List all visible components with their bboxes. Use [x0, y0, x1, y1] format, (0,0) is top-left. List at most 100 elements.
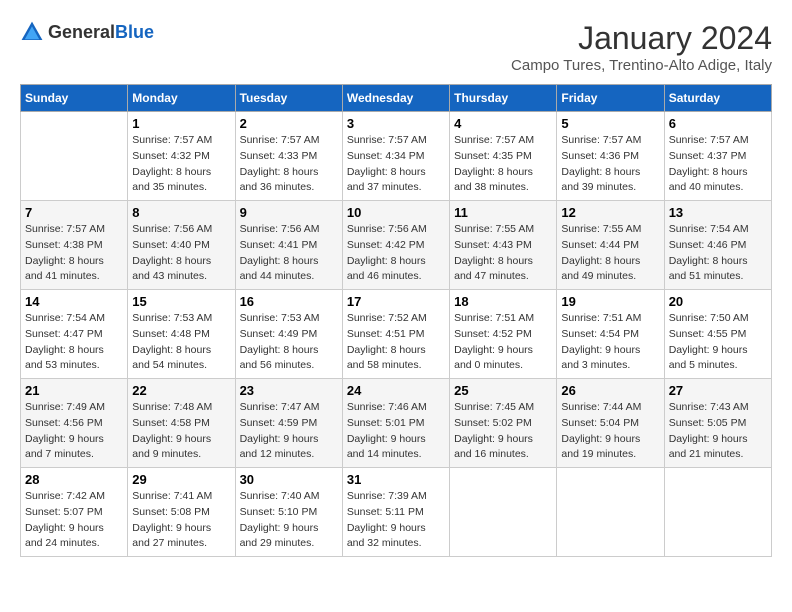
day-number: 28 — [25, 472, 123, 487]
calendar-cell: 15Sunrise: 7:53 AMSunset: 4:48 PMDayligh… — [128, 290, 235, 379]
day-number: 2 — [240, 116, 338, 131]
logo: GeneralBlue — [20, 20, 154, 44]
calendar-cell — [450, 468, 557, 557]
calendar-cell: 3 Sunrise: 7:57 AMSunset: 4:34 PMDaylight… — [342, 112, 449, 201]
calendar-cell: 13Sunrise: 7:54 AMSunset: 4:46 PMDayligh… — [664, 201, 771, 290]
day-number: 17 — [347, 294, 445, 309]
calendar-week-row: 1 Sunrise: 7:57 AMSunset: 4:32 PMDaylight… — [21, 112, 772, 201]
calendar-cell — [557, 468, 664, 557]
day-number: 5 — [561, 116, 659, 131]
calendar-cell: 9 Sunrise: 7:56 AMSunset: 4:41 PMDaylight… — [235, 201, 342, 290]
day-number: 30 — [240, 472, 338, 487]
day-info: Sunrise: 7:49 AMSunset: 4:56 PMDaylight:… — [25, 400, 123, 463]
calendar-table: SundayMondayTuesdayWednesdayThursdayFrid… — [20, 84, 772, 557]
day-info: Sunrise: 7:43 AMSunset: 5:05 PMDaylight:… — [669, 400, 767, 463]
calendar-cell: 18Sunrise: 7:51 AMSunset: 4:52 PMDayligh… — [450, 290, 557, 379]
day-number: 27 — [669, 383, 767, 398]
day-info: Sunrise: 7:47 AMSunset: 4:59 PMDaylight:… — [240, 400, 338, 463]
day-number: 12 — [561, 205, 659, 220]
calendar-cell: 30 Sunrise: 7:40 AMSunset: 5:10 PMDayligh… — [235, 468, 342, 557]
calendar-cell: 16Sunrise: 7:53 AMSunset: 4:49 PMDayligh… — [235, 290, 342, 379]
day-number: 22 — [132, 383, 230, 398]
day-number: 13 — [669, 205, 767, 220]
day-info: Sunrise: 7:50 AMSunset: 4:55 PMDaylight:… — [669, 311, 767, 374]
page-header: GeneralBlue January 2024 Campo Tures, Tr… — [20, 20, 772, 74]
day-info: Sunrise: 7:55 AMSunset: 4:43 PMDaylight:… — [454, 222, 552, 285]
calendar-cell: 17 Sunrise: 7:52 AMSunset: 4:51 PMDayligh… — [342, 290, 449, 379]
day-info: Sunrise: 7:42 AMSunset: 5:07 PMDaylight:… — [25, 489, 123, 552]
calendar-cell: 4 Sunrise: 7:57 AMSunset: 4:35 PMDaylight… — [450, 112, 557, 201]
logo-icon — [20, 20, 44, 44]
calendar-week-row: 14 Sunrise: 7:54 AMSunset: 4:47 PMDayligh… — [21, 290, 772, 379]
day-info: Sunrise: 7:52 AMSunset: 4:51 PMDaylight:… — [347, 311, 445, 374]
day-info: Sunrise: 7:57 AMSunset: 4:38 PMDaylight:… — [25, 222, 123, 285]
day-number: 15 — [132, 294, 230, 309]
day-of-week-header: Wednesday — [342, 85, 449, 112]
day-number: 19 — [561, 294, 659, 309]
calendar-cell: 25 Sunrise: 7:45 AMSunset: 5:02 PMDayligh… — [450, 379, 557, 468]
title-block: January 2024 Campo Tures, Trentino-Alto … — [511, 20, 772, 74]
calendar-cell: 1 Sunrise: 7:57 AMSunset: 4:32 PMDaylight… — [128, 112, 235, 201]
day-of-week-header: Friday — [557, 85, 664, 112]
calendar-cell: 28 Sunrise: 7:42 AMSunset: 5:07 PMDayligh… — [21, 468, 128, 557]
day-number: 23 — [240, 383, 338, 398]
day-number: 20 — [669, 294, 767, 309]
day-number: 18 — [454, 294, 552, 309]
day-info: Sunrise: 7:57 AMSunset: 4:33 PMDaylight:… — [240, 133, 338, 196]
day-number: 31 — [347, 472, 445, 487]
day-info: Sunrise: 7:39 AMSunset: 5:11 PMDaylight:… — [347, 489, 445, 552]
day-info: Sunrise: 7:54 AMSunset: 4:47 PMDaylight:… — [25, 311, 123, 374]
calendar-cell: 27 Sunrise: 7:43 AMSunset: 5:05 PMDayligh… — [664, 379, 771, 468]
calendar-cell: 19 Sunrise: 7:51 AMSunset: 4:54 PMDayligh… — [557, 290, 664, 379]
calendar-cell: 22 Sunrise: 7:48 AMSunset: 4:58 PMDayligh… — [128, 379, 235, 468]
calendar-cell: 2 Sunrise: 7:57 AMSunset: 4:33 PMDaylight… — [235, 112, 342, 201]
calendar-cell: 23 Sunrise: 7:47 AMSunset: 4:59 PMDayligh… — [235, 379, 342, 468]
day-info: Sunrise: 7:44 AMSunset: 5:04 PMDaylight:… — [561, 400, 659, 463]
calendar-cell: 20 Sunrise: 7:50 AMSunset: 4:55 PMDayligh… — [664, 290, 771, 379]
day-number: 26 — [561, 383, 659, 398]
day-number: 7 — [25, 205, 123, 220]
day-info: Sunrise: 7:56 AMSunset: 4:40 PMDaylight:… — [132, 222, 230, 285]
day-info: Sunrise: 7:46 AMSunset: 5:01 PMDaylight:… — [347, 400, 445, 463]
calendar-cell: 10Sunrise: 7:56 AMSunset: 4:42 PMDayligh… — [342, 201, 449, 290]
day-number: 24 — [347, 383, 445, 398]
day-info: Sunrise: 7:41 AMSunset: 5:08 PMDaylight:… — [132, 489, 230, 552]
day-info: Sunrise: 7:57 AMSunset: 4:32 PMDaylight:… — [132, 133, 230, 196]
day-number: 29 — [132, 472, 230, 487]
calendar-header-row: SundayMondayTuesdayWednesdayThursdayFrid… — [21, 85, 772, 112]
day-number: 8 — [132, 205, 230, 220]
day-info: Sunrise: 7:55 AMSunset: 4:44 PMDaylight:… — [561, 222, 659, 285]
calendar-week-row: 21 Sunrise: 7:49 AMSunset: 4:56 PMDayligh… — [21, 379, 772, 468]
day-number: 25 — [454, 383, 552, 398]
day-info: Sunrise: 7:57 AMSunset: 4:35 PMDaylight:… — [454, 133, 552, 196]
day-info: Sunrise: 7:45 AMSunset: 5:02 PMDaylight:… — [454, 400, 552, 463]
calendar-cell: 26 Sunrise: 7:44 AMSunset: 5:04 PMDayligh… — [557, 379, 664, 468]
day-number: 1 — [132, 116, 230, 131]
day-of-week-header: Saturday — [664, 85, 771, 112]
day-info: Sunrise: 7:51 AMSunset: 4:54 PMDaylight:… — [561, 311, 659, 374]
day-info: Sunrise: 7:57 AMSunset: 4:34 PMDaylight:… — [347, 133, 445, 196]
day-number: 3 — [347, 116, 445, 131]
day-number: 4 — [454, 116, 552, 131]
calendar-cell — [664, 468, 771, 557]
day-number: 14 — [25, 294, 123, 309]
calendar-cell: 5 Sunrise: 7:57 AMSunset: 4:36 PMDaylight… — [557, 112, 664, 201]
day-info: Sunrise: 7:56 AMSunset: 4:41 PMDaylight:… — [240, 222, 338, 285]
calendar-cell: 24 Sunrise: 7:46 AMSunset: 5:01 PMDayligh… — [342, 379, 449, 468]
day-of-week-header: Monday — [128, 85, 235, 112]
day-info: Sunrise: 7:40 AMSunset: 5:10 PMDaylight:… — [240, 489, 338, 552]
day-info: Sunrise: 7:48 AMSunset: 4:58 PMDaylight:… — [132, 400, 230, 463]
calendar-cell: 29 Sunrise: 7:41 AMSunset: 5:08 PMDayligh… — [128, 468, 235, 557]
day-info: Sunrise: 7:57 AMSunset: 4:37 PMDaylight:… — [669, 133, 767, 196]
logo-text-general: General — [48, 22, 115, 42]
calendar-cell: 31 Sunrise: 7:39 AMSunset: 5:11 PMDayligh… — [342, 468, 449, 557]
day-of-week-header: Tuesday — [235, 85, 342, 112]
calendar-cell: 14 Sunrise: 7:54 AMSunset: 4:47 PMDayligh… — [21, 290, 128, 379]
day-info: Sunrise: 7:57 AMSunset: 4:36 PMDaylight:… — [561, 133, 659, 196]
day-number: 16 — [240, 294, 338, 309]
calendar-cell: 11Sunrise: 7:55 AMSunset: 4:43 PMDayligh… — [450, 201, 557, 290]
calendar-cell: 21 Sunrise: 7:49 AMSunset: 4:56 PMDayligh… — [21, 379, 128, 468]
day-number: 9 — [240, 205, 338, 220]
day-number: 21 — [25, 383, 123, 398]
calendar-week-row: 7 Sunrise: 7:57 AMSunset: 4:38 PMDaylight… — [21, 201, 772, 290]
